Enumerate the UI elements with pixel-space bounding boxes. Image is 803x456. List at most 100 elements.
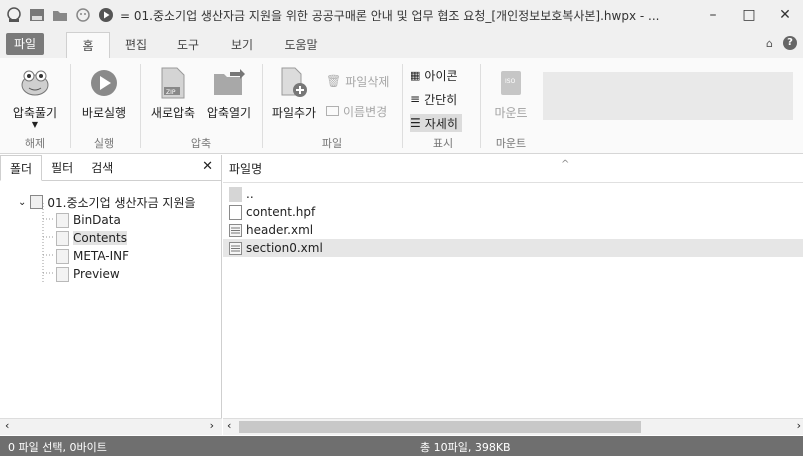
list-icon: ≡ (410, 92, 421, 106)
ribbon-separator (402, 64, 403, 148)
ribbon-separator (70, 64, 71, 148)
left-horizontal-scrollbar[interactable]: ‹ › (0, 418, 222, 435)
tree-item-bindata[interactable]: BinData (56, 211, 121, 229)
collapse-ribbon-icon[interactable]: ⌂ (766, 37, 773, 50)
window-title: = 01.중소기업 생산자금 지원을 위한 공공구매론 안내 및 업무 협조 요… (120, 8, 660, 23)
zip-icon[interactable] (27, 5, 47, 25)
folder-icon (56, 266, 69, 282)
run-label: 바로실행 (81, 106, 127, 120)
group-label-mount: 마운트 (495, 137, 527, 150)
play-circle-icon (87, 66, 121, 100)
ribbon-tab-bar: 파일 홈 편집 도구 보기 도움말 ⌂ ? (0, 30, 803, 58)
file-list-horizontal-scrollbar[interactable]: ‹ › (223, 418, 803, 435)
ribbon-preview-area (543, 72, 793, 120)
title-bar: = 01.중소기업 생산자금 지원을 위한 공공구매론 안내 및 업무 협조 요… (0, 0, 803, 30)
chevron-down-icon[interactable]: ⌄ (18, 197, 26, 208)
group-label-compress: 압축 (190, 137, 212, 150)
scroll-right-icon[interactable]: › (210, 419, 214, 432)
xml-file-icon (229, 223, 242, 237)
group-label-run: 실행 (93, 137, 115, 150)
group-label-display: 표시 (432, 137, 454, 150)
rename-button[interactable]: 이름변경 (326, 102, 387, 120)
file-row-selected[interactable]: section0.xml (223, 239, 803, 257)
scroll-left-icon[interactable]: ‹ (227, 419, 231, 432)
tree-item-meta-inf[interactable]: META-INF (56, 247, 129, 265)
rename-icon (326, 106, 339, 116)
extract-label: 압축풀기 (12, 106, 58, 120)
file-row-parent[interactable]: .. (223, 185, 254, 203)
file-icon (229, 204, 242, 220)
sort-asc-icon: ^ (561, 159, 570, 170)
add-file-button[interactable]: 파일추가 (266, 66, 322, 121)
parent-folder-icon (229, 186, 242, 202)
play-icon[interactable] (96, 5, 116, 25)
open-archive-label: 압축열기 (206, 106, 252, 120)
tab-view[interactable]: 보기 (222, 32, 262, 58)
add-file-icon (277, 66, 311, 100)
add-file-label: 파일추가 (271, 106, 317, 120)
run-button[interactable]: 바로실행 (76, 66, 132, 121)
group-label-extract: 해제 (24, 137, 46, 150)
delete-file-button[interactable]: 🗑 파일삭제 (326, 72, 389, 90)
scrollbar-thumb[interactable] (239, 421, 641, 433)
minimize-button[interactable]: – (695, 0, 731, 30)
chevron-down-icon[interactable]: ▼ (10, 121, 60, 129)
file-row[interactable]: header.xml (223, 221, 313, 239)
tab-folder[interactable]: 폴더 (0, 155, 43, 181)
status-total: 총 10파일, 398KB (420, 441, 511, 454)
tab-search[interactable]: 검색 (82, 155, 122, 181)
svg-text:ISO: ISO (505, 78, 516, 85)
close-button[interactable]: ✕ (767, 0, 803, 30)
new-archive-label: 새로압축 (150, 106, 196, 120)
folder-icon (56, 230, 69, 246)
extract-icon[interactable] (73, 5, 93, 25)
tab-file[interactable]: 파일 (6, 33, 44, 55)
folder-open-icon (212, 66, 246, 100)
new-archive-button[interactable]: ZIP 새로압축 (146, 66, 200, 121)
trash-icon: 🗑 (326, 74, 342, 88)
tab-filter[interactable]: 필터 (42, 155, 82, 181)
ribbon-separator (140, 64, 141, 148)
tab-help[interactable]: 도움말 (276, 32, 326, 58)
zip-file-icon: ZIP (156, 66, 190, 100)
folder-icon (56, 248, 69, 264)
ribbon-separator (480, 64, 481, 148)
tab-home[interactable]: 홈 (66, 32, 110, 58)
ribbon-separator (262, 64, 263, 148)
app-logo-icon (4, 5, 24, 25)
folder-tree: ⌄ 01.중소기업 생산자금 지원을 BinData Contents META… (0, 181, 221, 411)
xml-file-icon (229, 241, 242, 255)
frog-extract-icon (18, 66, 52, 100)
ribbon: 압축풀기 ▼ 해제 바로실행 실행 ZIP 새로압축 압축열기 압축 파일추가 … (0, 58, 803, 154)
maximize-button[interactable]: □ (731, 0, 767, 30)
column-header-filename[interactable]: 파일명 ^ (223, 155, 803, 183)
tab-tools[interactable]: 도구 (168, 32, 208, 58)
grid-icon: ▦ (410, 68, 421, 82)
view-detail-button[interactable]: ☰ 자세히 (410, 114, 462, 132)
quick-access-toolbar (0, 5, 116, 25)
status-selection: 0 파일 선택, 0바이트 (8, 441, 107, 454)
extract-button[interactable]: 압축풀기 ▼ (10, 66, 60, 129)
panel-tabs: 폴더 필터 검색 ✕ (0, 155, 221, 181)
tree-root[interactable]: ⌄ 01.중소기업 생산자금 지원을 (18, 193, 196, 211)
mount-label: 마운트 (494, 106, 528, 120)
tree-item-preview[interactable]: Preview (56, 265, 120, 283)
detail-list-icon: ☰ (410, 116, 421, 130)
view-icons-button[interactable]: ▦ 아이콘 (410, 66, 458, 84)
group-label-file: 파일 (321, 137, 343, 150)
folder-open-icon[interactable] (50, 5, 70, 25)
close-panel-icon[interactable]: ✕ (202, 159, 213, 174)
mount-button[interactable]: ISO 마운트 (486, 66, 536, 121)
archive-icon (30, 195, 44, 209)
view-simple-button[interactable]: ≡ 간단히 (410, 90, 457, 108)
open-archive-button[interactable]: 압축열기 (202, 66, 256, 121)
file-row[interactable]: content.hpf (223, 203, 315, 221)
file-list-panel: 파일명 ^ .. content.hpf header.xml section0… (223, 155, 803, 435)
help-icon[interactable]: ? (783, 36, 797, 50)
svg-text:ZIP: ZIP (166, 89, 176, 96)
folder-panel: 폴더 필터 검색 ✕ ⌄ 01.중소기업 생산자금 지원을 BinData Co… (0, 155, 222, 435)
tab-edit[interactable]: 편집 (116, 32, 156, 58)
tree-item-contents[interactable]: Contents (56, 229, 127, 247)
scroll-right-icon[interactable]: › (797, 419, 801, 432)
scroll-left-icon[interactable]: ‹ (5, 419, 9, 432)
